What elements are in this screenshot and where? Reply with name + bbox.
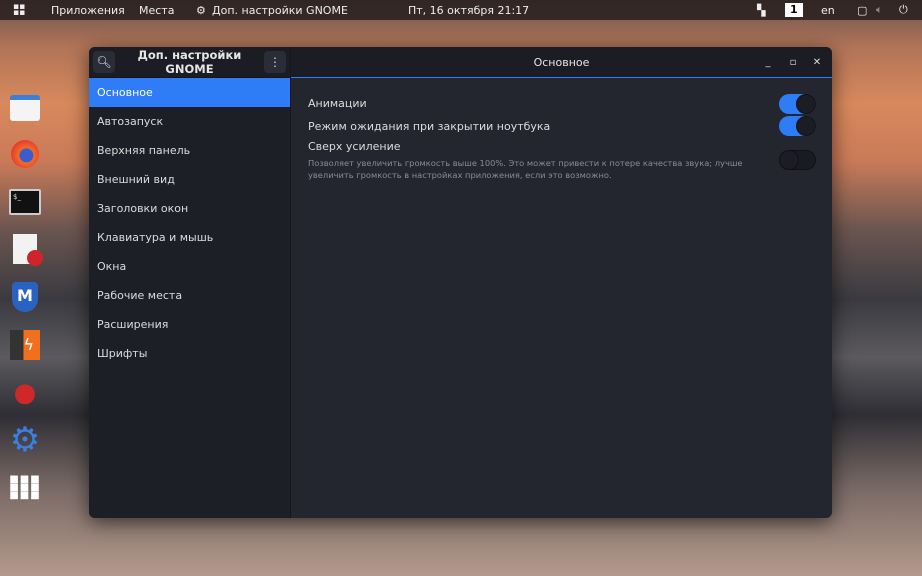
close-button[interactable]: ✕ (807, 47, 827, 78)
settings-icon[interactable]: ⚙ (9, 420, 41, 460)
tweaks-window: 🔍︎ Доп. настройки GNOME ⋮ Основное Автоз… (89, 47, 832, 518)
sidebar-item-startup[interactable]: Автозапуск (89, 107, 290, 136)
suspend-on-lid-close-toggle[interactable] (779, 116, 816, 136)
over-amplification-toggle[interactable] (779, 150, 816, 170)
kebab-menu-icon: ⋮ (269, 55, 281, 69)
sidebar: 🔍︎ Доп. настройки GNOME ⋮ Основное Автоз… (89, 47, 291, 518)
search-icon: 🔍︎ (96, 55, 112, 69)
app-menu[interactable]: Доп. настройки GNOME (212, 4, 348, 17)
sidebar-item-workspaces[interactable]: Рабочие места (89, 281, 290, 310)
header-bar: Основное (291, 47, 832, 78)
terminal-icon[interactable]: $_ (9, 186, 41, 218)
activities-grid-icon[interactable]: ▪▪ ▪▪ (13, 3, 25, 18)
workspace-indicator[interactable]: 1 (785, 3, 803, 17)
text-editor-icon[interactable] (9, 233, 43, 266)
minimize-button[interactable]: _ (758, 47, 778, 78)
firefox-icon[interactable] (9, 138, 41, 170)
top-bar: ▪▪ ▪▪ Приложения Места ⚙ Доп. настройки G… (0, 0, 922, 20)
sidebar-item-extensions[interactable]: Расширения (89, 310, 290, 339)
power-icon[interactable]: ⏻ (899, 3, 908, 17)
places-menu[interactable]: Места (139, 4, 174, 17)
sidebar-item-window-titlebars[interactable]: Заголовки окон (89, 194, 290, 223)
animations-label: Анимации (308, 97, 367, 110)
sidebar-item-keyboard-mouse[interactable]: Клавиатура и мышь (89, 223, 290, 252)
suspend-on-lid-close-label: Режим ожидания при закрытии ноутбука (308, 120, 551, 133)
sidebar-item-general[interactable]: Основное (89, 78, 290, 107)
window-icon[interactable]: ▢ (857, 4, 867, 17)
animations-toggle[interactable] (779, 94, 816, 114)
volume-icon[interactable]: 🔈︎ (876, 3, 883, 17)
sidebar-item-windows[interactable]: Окна (89, 252, 290, 281)
cherrytree-icon[interactable]: ● (9, 377, 41, 409)
sidebar-header: 🔍︎ Доп. настройки GNOME ⋮ (89, 47, 290, 78)
network-icon[interactable]: ▚ (757, 4, 765, 17)
sidebar-item-top-bar[interactable]: Верхняя панель (89, 136, 290, 165)
search-button[interactable]: 🔍︎ (93, 51, 115, 73)
over-amplification-description: Позволяет увеличить громкость выше 100%.… (308, 158, 743, 180)
applications-menu[interactable]: Приложения (51, 4, 125, 17)
files-icon[interactable] (9, 92, 41, 124)
burpsuite-icon[interactable]: ϟ (9, 329, 41, 361)
maximize-button[interactable]: ▫ (783, 47, 803, 78)
page-title: Основное (533, 55, 590, 69)
keyboard-layout[interactable]: en (821, 4, 835, 17)
metasploit-icon[interactable]: M (9, 281, 41, 313)
sidebar-item-appearance[interactable]: Внешний вид (89, 165, 290, 194)
clock[interactable]: Пт, 16 октября 21:17 (408, 4, 529, 17)
sidebar-item-fonts[interactable]: Шрифты (89, 339, 290, 368)
menu-button[interactable]: ⋮ (264, 51, 286, 73)
app-grid-icon[interactable]: ■■■ ■■■ ■■■ (9, 472, 41, 504)
sidebar-title: Доп. настройки GNOME (137, 48, 242, 76)
over-amplification-label: Сверх усиление (308, 140, 401, 153)
gear-icon: ⚙ (196, 3, 206, 17)
